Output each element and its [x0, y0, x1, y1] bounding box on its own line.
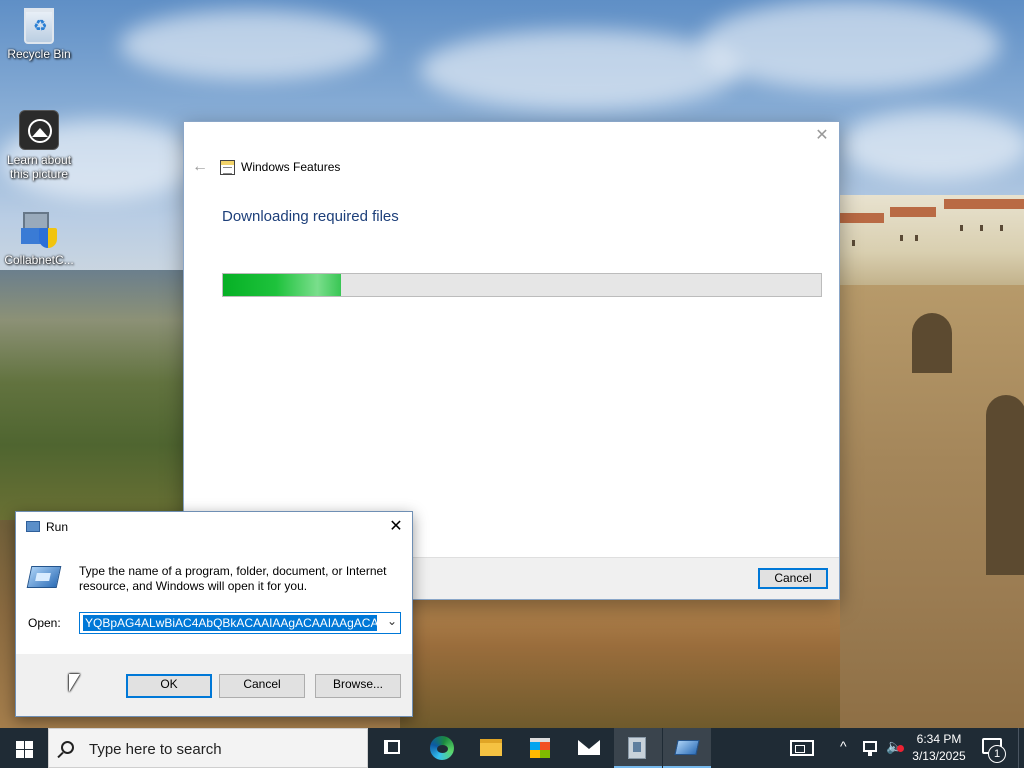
dialog-title: Run [46, 520, 69, 534]
window [1000, 225, 1003, 231]
windows-features-icon [220, 160, 235, 175]
show-desktop-button[interactable] [1018, 728, 1024, 768]
cloud [840, 110, 1024, 180]
roof [840, 213, 884, 223]
edge-icon [430, 736, 454, 760]
clock-time: 6:34 PM [916, 732, 962, 746]
open-combobox[interactable]: YQBpAG4ALwBiAC4AbQBkACAAIAAgACAAIAAgACAA… [79, 612, 401, 634]
window [960, 225, 963, 231]
run-icon [674, 740, 700, 755]
microsoft-store-button[interactable] [516, 728, 564, 768]
start-button[interactable] [0, 728, 48, 768]
download-progress-bar [222, 273, 822, 297]
back-arrow-icon[interactable]: ← [192, 158, 208, 176]
file-explorer-icon [480, 739, 502, 756]
status-heading: Downloading required files [222, 208, 399, 225]
run-body: Type the name of a program, folder, docu… [16, 542, 412, 654]
learn-about-picture-icon [19, 110, 59, 150]
window [980, 225, 983, 231]
windows-logo-icon-part [25, 741, 33, 749]
cloud [120, 10, 380, 80]
news-widget-icon[interactable] [790, 740, 814, 756]
task-view-button[interactable] [368, 728, 416, 768]
taskbar-search-box[interactable]: Type here to search [48, 728, 368, 768]
windows-logo-icon-part [16, 750, 24, 758]
cloud [700, 0, 1000, 90]
task-view-icon [384, 740, 400, 754]
clock-date: 3/13/2025 [912, 749, 966, 763]
desktop-icon-recycle-bin[interactable]: ♻ Recycle Bin [1, 8, 77, 61]
roof [944, 199, 1024, 209]
cancel-button[interactable]: Cancel [219, 674, 305, 698]
run-description: Type the name of a program, folder, docu… [79, 564, 387, 593]
landscape-hills [0, 270, 200, 520]
taskbar: Type here to search ^ 🔈 6:34 PM 3/13/202… [0, 728, 1024, 768]
recycle-bin-icon: ♻ [24, 8, 54, 44]
microsoft-store-icon [530, 738, 550, 758]
run-taskbar-button[interactable] [663, 728, 711, 768]
notification-count-badge: 1 [988, 745, 1006, 763]
desktop-icon-label: Learn about this picture [6, 153, 72, 181]
bridge-arch [912, 313, 952, 373]
setup-taskbar-button[interactable] [614, 728, 662, 768]
close-button[interactable]: ✕ [386, 517, 406, 537]
mail-icon [578, 740, 600, 755]
run-icon [26, 521, 40, 532]
close-icon[interactable]: ✕ [813, 127, 831, 145]
search-placeholder: Type here to search [89, 741, 222, 758]
desktop-icon-learn-about-picture[interactable]: Learn about this picture [1, 110, 77, 181]
browse-button[interactable]: Browse... [315, 674, 401, 698]
cloud [420, 30, 740, 110]
landscape-bridge [840, 285, 1024, 728]
windows-logo-icon [16, 741, 24, 749]
roof [890, 207, 936, 217]
windows-logo-icon-part [25, 750, 33, 758]
bridge-arch [986, 395, 1024, 575]
desktop-icon-label: Recycle Bin [7, 47, 71, 61]
mouse-cursor-icon [69, 674, 80, 692]
chevron-down-icon[interactable]: ⌄ [387, 614, 397, 628]
run-icon [26, 566, 62, 588]
open-input-value[interactable]: YQBpAG4ALwBiAC4AbQBkACAAIAAgACAAIAAgACAA [83, 615, 377, 631]
mail-button[interactable] [565, 728, 613, 768]
landscape-town [840, 195, 1024, 290]
window [852, 240, 855, 246]
desktop-icon-label: CollabnetC... [4, 253, 74, 267]
run-titlebar[interactable]: Run ✕ [16, 512, 412, 542]
setup-installer-icon [19, 210, 59, 250]
cancel-button[interactable]: Cancel [758, 568, 828, 589]
network-icon[interactable] [863, 741, 877, 756]
search-icon [61, 741, 74, 754]
volume-muted-badge [897, 745, 904, 752]
dialog-title: Windows Features [241, 160, 341, 174]
edge-button[interactable] [418, 728, 466, 768]
desktop-icon-setup[interactable]: CollabnetC... [1, 210, 77, 267]
window [915, 235, 918, 241]
file-explorer-button[interactable] [467, 728, 515, 768]
open-label: Open: [28, 616, 61, 630]
show-hidden-icons-chevron-icon[interactable]: ^ [840, 738, 847, 754]
progress-fill [223, 274, 341, 296]
taskbar-clock[interactable]: 6:34 PM 3/13/2025 [905, 731, 973, 765]
window [900, 235, 903, 241]
ok-button[interactable]: OK [126, 674, 212, 698]
setup-installer-icon [628, 737, 646, 759]
